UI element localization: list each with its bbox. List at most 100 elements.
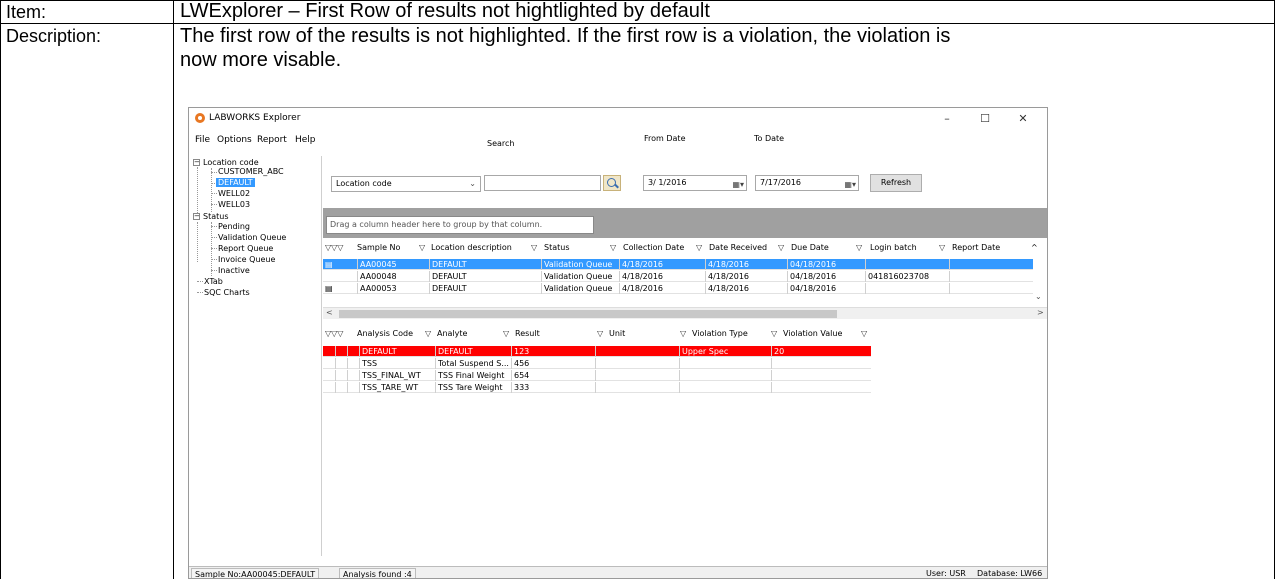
table-row[interactable]: AA00048 DEFAULT Validation Queue 4/18/20… — [323, 271, 1033, 282]
description-line-2: now more visable. — [180, 49, 342, 71]
row-indicator — [347, 370, 359, 381]
tree-item-well02[interactable]: WELL02 — [218, 189, 250, 198]
calendar-icon[interactable]: ▦▾ — [732, 178, 744, 192]
cell-collection-date: 4/18/2016 — [619, 271, 705, 282]
scroll-up-icon[interactable]: ^ — [1029, 240, 1038, 256]
tree-item-sqc-charts[interactable]: SQC Charts — [204, 288, 250, 297]
calendar-icon[interactable]: ▦▾ — [844, 178, 856, 192]
refresh-button[interactable]: Refresh — [870, 174, 922, 192]
filter-icon[interactable]: ▽ — [937, 240, 945, 256]
search-field-select[interactable]: Location code ⌄ — [331, 176, 481, 192]
filter-icon[interactable]: ▽▽▽ — [323, 326, 343, 342]
column-header-collection-date[interactable]: Collection Date — [621, 240, 684, 256]
collapse-icon[interactable]: − — [193, 213, 200, 220]
table-row[interactable]: TSS_TARE_WT TSS Tare Weight 333 — [323, 382, 871, 393]
cell-report-date — [949, 259, 1033, 270]
cell-violation-value — [771, 358, 871, 369]
filter-icon[interactable]: ▽ — [694, 240, 702, 256]
cell-status: Validation Queue — [541, 271, 619, 282]
filter-icon[interactable]: ▽ — [595, 326, 603, 342]
menu-options[interactable]: Options — [217, 135, 252, 145]
column-header-sample-no[interactable]: Sample No — [355, 240, 400, 256]
filter-icon[interactable]: ▽ — [501, 326, 509, 342]
column-header-analysis-code[interactable]: Analysis Code — [355, 326, 413, 342]
filter-icon[interactable]: ▽ — [529, 240, 537, 256]
cell-location: DEFAULT — [429, 283, 541, 294]
cell-unit — [595, 370, 679, 381]
to-date-picker[interactable]: 7/17/2016 ▦▾ — [755, 175, 859, 191]
tree-item-xtab[interactable]: XTab — [204, 277, 223, 286]
maximize-button[interactable]: ☐ — [971, 110, 999, 128]
tree-item-invoice-queue[interactable]: Invoice Queue — [218, 255, 275, 264]
collapse-icon[interactable]: − — [193, 159, 200, 166]
filter-icon[interactable]: ▽ — [423, 326, 431, 342]
group-by-panel[interactable]: Drag a column header here to group by th… — [323, 208, 1047, 238]
filter-icon[interactable]: ▽ — [678, 326, 686, 342]
to-date-value: 7/17/2016 — [760, 178, 802, 187]
tree-item-pending[interactable]: Pending — [218, 222, 250, 231]
filter-icon[interactable]: ▽ — [417, 240, 425, 256]
column-header-login-batch[interactable]: Login batch — [868, 240, 917, 256]
tree-connector — [211, 204, 217, 205]
status-sample: Sample No:AA00045:DEFAULT — [191, 568, 320, 578]
group-by-hint: Drag a column header here to group by th… — [326, 216, 594, 234]
cell-unit — [595, 358, 679, 369]
horizontal-scrollbar[interactable]: < > — [323, 307, 1047, 319]
filter-icon[interactable]: ▽ — [608, 240, 616, 256]
tree-connector — [197, 281, 203, 282]
samples-grid-header: ▽▽▽ Sample No ▽ Location description ▽ S… — [323, 240, 1043, 256]
cell-sample-no: AA00045 — [357, 259, 429, 270]
column-header-location-description[interactable]: Location description — [429, 240, 512, 256]
close-button[interactable]: ✕ — [1009, 110, 1037, 128]
tree-status[interactable]: Status — [203, 212, 229, 221]
tree-connector — [211, 168, 212, 212]
search-button[interactable] — [603, 175, 621, 191]
column-header-date-received[interactable]: Date Received — [707, 240, 767, 256]
table-row-divider — [0, 23, 1275, 24]
tree-location-code[interactable]: Location code — [203, 158, 259, 167]
scroll-right-icon[interactable]: > — [1037, 308, 1044, 317]
column-header-report-date[interactable]: Report Date — [950, 240, 1000, 256]
tree-item-report-queue[interactable]: Report Queue — [218, 244, 273, 253]
cell-unit — [595, 382, 679, 393]
column-header-violation-value[interactable]: Violation Value — [781, 326, 842, 342]
cell-analysis-code: TSS — [359, 358, 435, 369]
cell-analyte: TSS Final Weight — [435, 370, 511, 381]
minimize-button[interactable]: – — [933, 110, 961, 128]
navigation-tree: − Location code CUSTOMER_ABC DEFAULT WEL… — [189, 156, 322, 556]
column-header-status[interactable]: Status — [542, 240, 570, 256]
filter-icon[interactable]: ▽ — [854, 240, 862, 256]
scroll-down-icon[interactable]: ⌄ — [1035, 292, 1042, 301]
cell-collection-date: 4/18/2016 — [619, 259, 705, 270]
cell-sample-no: AA00053 — [357, 283, 429, 294]
table-row[interactable]: ▤ AA00045 DEFAULT Validation Queue 4/18/… — [323, 259, 1033, 270]
from-date-picker[interactable]: 3/ 1/2016 ▦▾ — [643, 175, 747, 191]
tree-item-validation-queue[interactable]: Validation Queue — [218, 233, 286, 242]
search-input[interactable] — [484, 175, 601, 191]
menu-help[interactable]: Help — [295, 135, 316, 145]
table-row[interactable]: ▤ AA00053 DEFAULT Validation Queue 4/18/… — [323, 283, 1033, 294]
filter-icon[interactable]: ▽ — [769, 326, 777, 342]
cell-date-received: 4/18/2016 — [705, 283, 787, 294]
filter-icon[interactable]: ▽ — [776, 240, 784, 256]
tree-item-well03[interactable]: WELL03 — [218, 200, 250, 209]
scroll-left-icon[interactable]: < — [326, 308, 333, 317]
tree-item-inactive[interactable]: Inactive — [218, 266, 250, 275]
column-header-analyte[interactable]: Analyte — [435, 326, 467, 342]
table-row[interactable]: DEFAULT DEFAULT 123 Upper Spec 20 — [323, 346, 871, 357]
column-header-due-date[interactable]: Due Date — [789, 240, 829, 256]
column-header-result[interactable]: Result — [513, 326, 540, 342]
table-row[interactable]: TSS_FINAL_WT TSS Final Weight 654 — [323, 370, 871, 381]
menu-report[interactable]: Report — [257, 135, 287, 145]
scrollbar-thumb[interactable] — [339, 310, 837, 318]
tree-item-customer-abc[interactable]: CUSTOMER_ABC — [218, 167, 284, 176]
menu-bar: File Options Report Help — [189, 132, 1047, 148]
tree-item-default[interactable]: DEFAULT — [216, 178, 255, 187]
table-row[interactable]: TSS Total Suspend S... 456 — [323, 358, 871, 369]
filter-icon[interactable]: ▽▽▽ — [323, 240, 343, 256]
menu-file[interactable]: File — [195, 135, 210, 145]
column-header-violation-type[interactable]: Violation Type — [690, 326, 748, 342]
cell-due-date: 04/18/2016 — [787, 283, 865, 294]
filter-icon[interactable]: ▽ — [859, 326, 867, 342]
column-header-unit[interactable]: Unit — [607, 326, 625, 342]
